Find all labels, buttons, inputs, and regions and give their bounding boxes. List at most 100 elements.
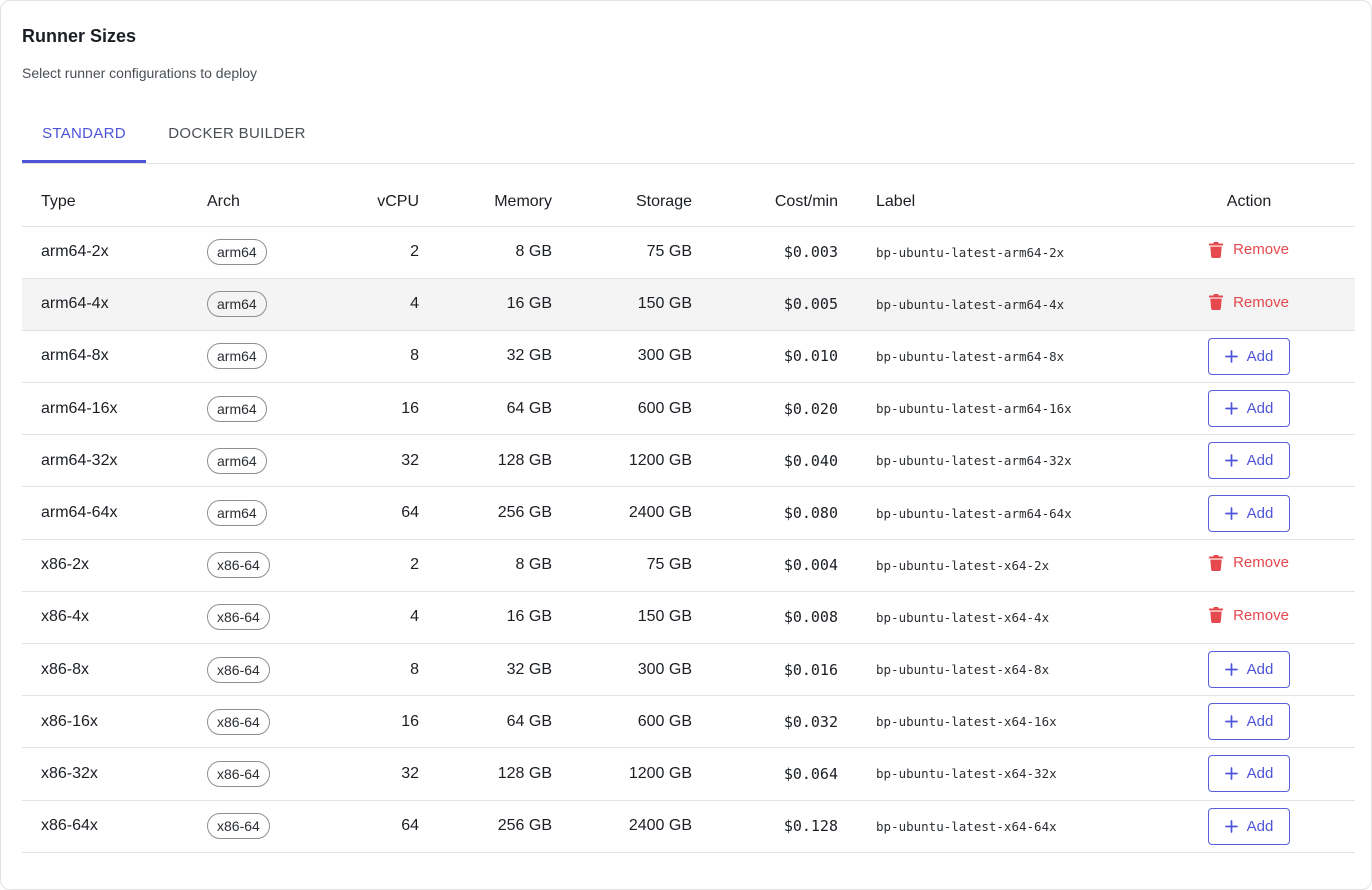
- remove-button[interactable]: Remove: [1209, 294, 1289, 311]
- cell-memory: 64 GB: [419, 382, 552, 436]
- cell-vcpu: 32: [327, 434, 419, 488]
- add-button[interactable]: Add: [1208, 494, 1290, 532]
- cell-vcpu: 32: [327, 747, 419, 801]
- cell-type: arm64-4x: [22, 278, 207, 331]
- add-button[interactable]: Add: [1208, 703, 1290, 741]
- trash-icon: [1209, 554, 1224, 571]
- cell-storage: 150 GB: [552, 278, 692, 331]
- cell-vcpu: 4: [327, 278, 419, 331]
- table-header-row: Type Arch vCPU Memory Storage Cost/min L…: [22, 179, 1355, 227]
- table-row: x86-32x x86-64 32 128 GB 1200 GB $0.064 bp-ubu…: [22, 747, 1355, 801]
- trash-icon: [1209, 607, 1224, 624]
- add-button[interactable]: Add: [1208, 807, 1290, 845]
- trash-icon: [1209, 241, 1224, 258]
- plus-icon: [1224, 506, 1238, 520]
- cell-arch: arm64: [207, 226, 327, 279]
- cell-label: bp-ubuntu-latest-x64-64x: [838, 800, 1143, 853]
- table-body: arm64-2x arm64 2 8 GB 75 GB $0.003 bp-ubuntu-l…: [22, 226, 1355, 853]
- plus-icon: [1224, 454, 1238, 468]
- cell-memory: 128 GB: [419, 434, 552, 488]
- add-button[interactable]: Add: [1208, 755, 1290, 793]
- cell-storage: 150 GB: [552, 591, 692, 645]
- add-button-label: Add: [1246, 661, 1274, 679]
- plus-icon: [1224, 402, 1238, 416]
- cell-storage: 75 GB: [552, 226, 692, 279]
- cell-memory: 64 GB: [419, 695, 552, 749]
- cell-label: bp-ubuntu-latest-arm64-16x: [838, 382, 1143, 436]
- table-row: x86-2x x86-64 2 8 GB 75 GB $0.004 bp-ubuntu-la…: [22, 539, 1355, 592]
- cell-arch: arm64: [207, 278, 327, 331]
- arch-badge: x86-64: [207, 708, 270, 735]
- cell-memory: 32 GB: [419, 330, 552, 384]
- cell-action: Add: [1143, 486, 1355, 540]
- arch-badge: x86-64: [207, 604, 270, 631]
- table-row: arm64-2x arm64 2 8 GB 75 GB $0.003 bp-ubuntu-l…: [22, 226, 1355, 279]
- arch-badge: x86-64: [207, 760, 270, 787]
- cell-vcpu: 4: [327, 591, 419, 645]
- cell-label: bp-ubuntu-latest-x64-2x: [838, 539, 1143, 592]
- cell-type: x86-64x: [22, 800, 207, 853]
- cell-storage: 300 GB: [552, 330, 692, 384]
- arch-badge: x86-64: [207, 552, 270, 579]
- plus-icon: [1224, 767, 1238, 781]
- cell-cost: $0.016: [692, 643, 838, 697]
- remove-button-label: Remove: [1233, 606, 1289, 624]
- cell-memory: 16 GB: [419, 278, 552, 331]
- cell-cost: $0.004: [692, 539, 838, 592]
- remove-button[interactable]: Remove: [1209, 241, 1289, 258]
- add-button[interactable]: Add: [1208, 337, 1290, 375]
- tab-standard[interactable]: STANDARD: [22, 109, 146, 163]
- cell-cost: $0.128: [692, 800, 838, 853]
- card-title: Runner Sizes: [22, 26, 137, 46]
- add-button[interactable]: Add: [1208, 651, 1290, 689]
- cell-vcpu: 8: [327, 330, 419, 384]
- table-row: arm64-64x arm64 64 256 GB 2400 GB $0.080 bp-ub…: [22, 486, 1355, 540]
- cell-arch: x86-64: [207, 695, 327, 749]
- card-subtitle: Select runner configurations to deploy: [22, 65, 258, 81]
- add-button-label: Add: [1246, 817, 1274, 835]
- table-row: x86-4x x86-64 4 16 GB 150 GB $0.008 bp-ubuntu-…: [22, 591, 1355, 645]
- add-button-label: Add: [1246, 713, 1274, 731]
- add-button[interactable]: Add: [1208, 442, 1290, 480]
- cell-cost: $0.040: [692, 434, 838, 488]
- cell-arch: arm64: [207, 486, 327, 540]
- arch-badge: arm64: [207, 343, 267, 370]
- cell-action: Add: [1143, 382, 1355, 436]
- cell-arch: x86-64: [207, 800, 327, 853]
- cell-type: x86-32x: [22, 747, 207, 801]
- cell-label: bp-ubuntu-latest-x64-4x: [838, 591, 1143, 645]
- cell-storage: 300 GB: [552, 643, 692, 697]
- cell-label: bp-ubuntu-latest-arm64-2x: [838, 226, 1143, 279]
- cell-label: bp-ubuntu-latest-arm64-8x: [838, 330, 1143, 384]
- cell-action: Add: [1143, 330, 1355, 384]
- tab-bar: STANDARD DOCKER BUILDER: [22, 109, 1355, 164]
- table-row: arm64-4x arm64 4 16 GB 150 GB $0.005 bp-ubuntu…: [22, 278, 1355, 331]
- cell-arch: arm64: [207, 330, 327, 384]
- remove-button-label: Remove: [1233, 293, 1289, 311]
- cell-action: Remove: [1143, 539, 1355, 592]
- cell-memory: 256 GB: [419, 800, 552, 853]
- cell-action: Remove: [1143, 591, 1355, 645]
- cell-action: Remove: [1143, 278, 1355, 331]
- add-button-label: Add: [1246, 452, 1274, 470]
- plus-icon: [1224, 663, 1238, 676]
- add-button-label: Add: [1246, 400, 1274, 418]
- cell-type: x86-8x: [22, 643, 207, 697]
- table-row: arm64-16x arm64 16 64 GB 600 GB $0.020 bp-ubun…: [22, 382, 1355, 436]
- remove-button[interactable]: Remove: [1209, 607, 1289, 624]
- cell-arch: x86-64: [207, 591, 327, 645]
- add-button[interactable]: Add: [1208, 390, 1290, 428]
- remove-button[interactable]: Remove: [1209, 554, 1289, 571]
- cell-type: arm64-32x: [22, 434, 207, 488]
- cell-cost: $0.064: [692, 747, 838, 801]
- column-header-action: Action: [1143, 179, 1355, 227]
- cell-label: bp-ubuntu-latest-x64-16x: [838, 695, 1143, 749]
- cell-arch: x86-64: [207, 643, 327, 697]
- cell-storage: 600 GB: [552, 695, 692, 749]
- cell-storage: 75 GB: [552, 539, 692, 592]
- cell-storage: 2400 GB: [552, 800, 692, 853]
- column-header-vcpu: vCPU: [327, 179, 419, 227]
- tab-docker-builder[interactable]: DOCKER BUILDER: [158, 109, 316, 163]
- column-header-type: Type: [22, 179, 207, 227]
- cell-storage: 2400 GB: [552, 486, 692, 540]
